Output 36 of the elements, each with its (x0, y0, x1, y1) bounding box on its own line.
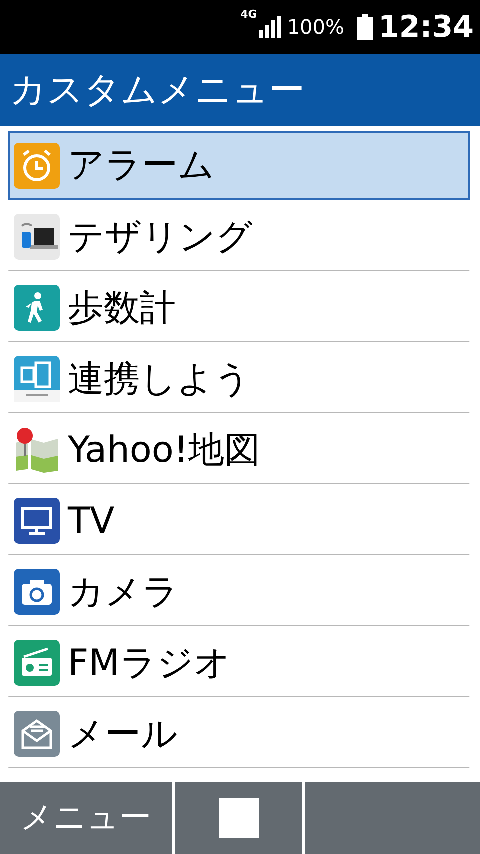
stop-soft-key[interactable] (175, 782, 302, 854)
menu-item[interactable]: アラーム (8, 131, 470, 200)
menu-item-label: Yahoo!地図 (68, 428, 260, 472)
signal-icon (259, 16, 282, 38)
radio-icon (14, 640, 60, 686)
battery-icon (356, 14, 372, 40)
menu-item[interactable]: 歩数計 (8, 273, 470, 342)
alarm-clock-icon (14, 142, 60, 188)
menu-item[interactable]: Yahoo!地図 (8, 415, 470, 484)
stop-icon (218, 798, 258, 838)
map-pin-icon (14, 427, 60, 473)
menu-item[interactable]: メール (8, 699, 470, 768)
envelope-icon (14, 711, 60, 757)
menu-item[interactable]: TV (8, 486, 470, 555)
menu-item[interactable]: FMラジオ (8, 628, 470, 697)
menu-item-label: テザリング (68, 216, 253, 260)
menu-item-label: 連携しよう (68, 358, 251, 402)
camera-icon (14, 569, 60, 615)
menu-item-label: カメラ (68, 570, 179, 614)
monitor-icon (14, 498, 60, 544)
menu-item-label: 歩数計 (68, 286, 176, 330)
clock: 12:34 (378, 10, 474, 44)
menu-item-label: TV (68, 500, 115, 542)
menu-item-label: アラーム (68, 144, 215, 188)
menu-item[interactable]: 連携しよう (8, 344, 470, 413)
menu-item-label: FMラジオ (68, 642, 231, 686)
screen-title: カスタムメニュー (0, 54, 480, 126)
battery-level: 100% (287, 15, 344, 39)
devices-icon (14, 356, 60, 402)
menu-soft-key[interactable]: メニュー (0, 782, 172, 854)
network-type: 4G (240, 8, 258, 21)
walking-person-icon (14, 285, 60, 331)
menu-item[interactable]: テザリング (8, 202, 470, 271)
phone-laptop-icon (14, 214, 60, 260)
menu-item-label: メール (68, 712, 178, 756)
menu-item[interactable]: カメラ (8, 557, 470, 626)
